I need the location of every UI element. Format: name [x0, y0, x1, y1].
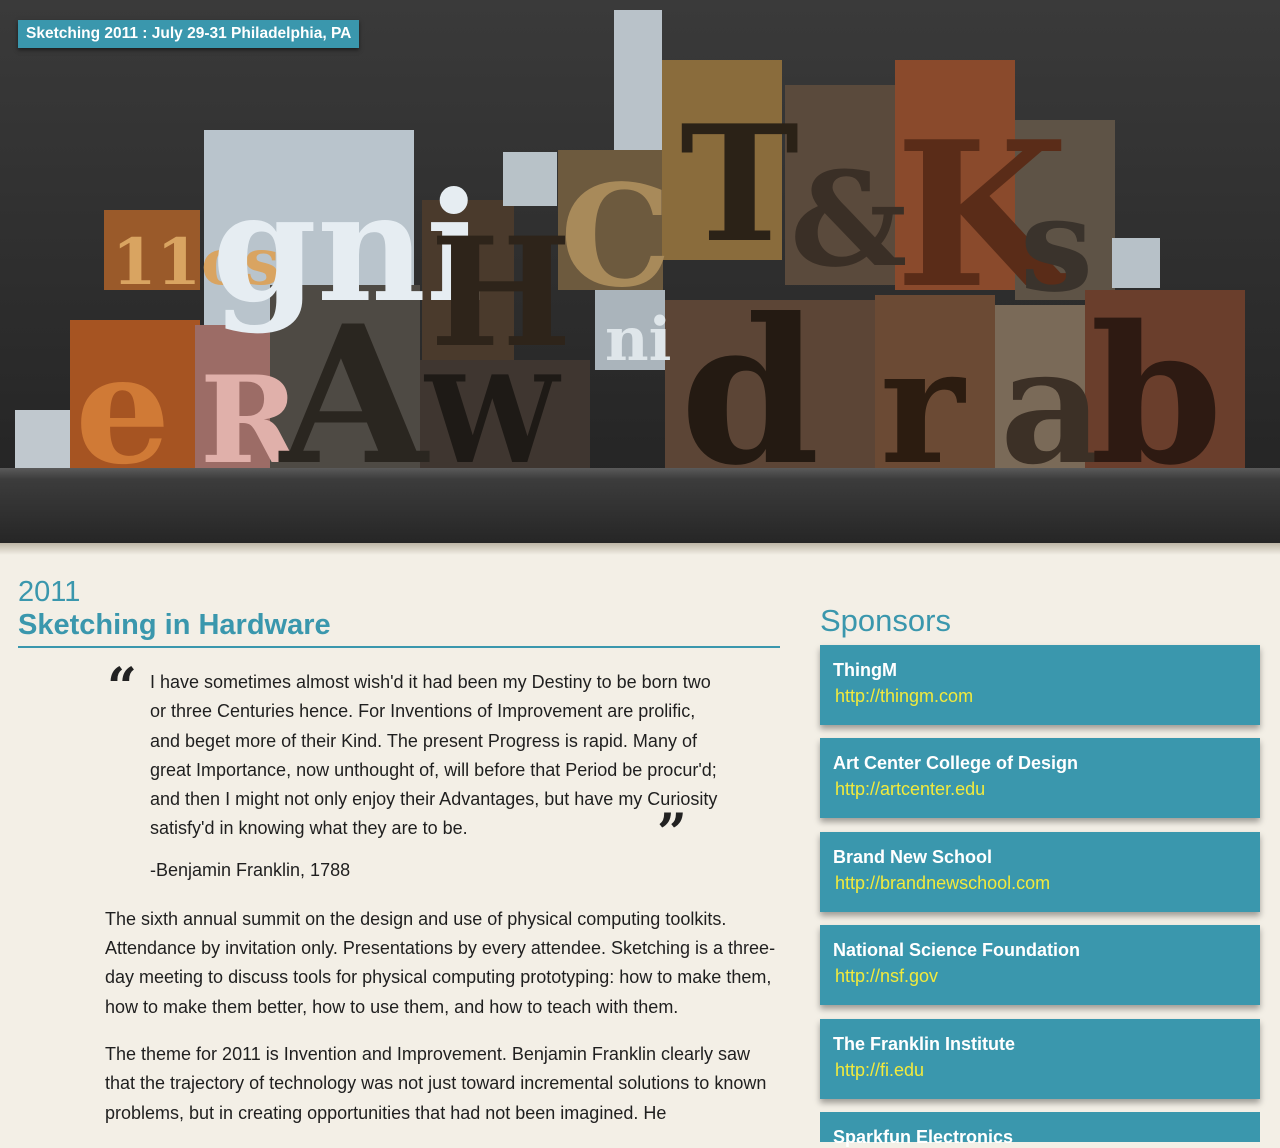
- event-badge[interactable]: Sketching 2011 : July 29-31 Philadelphia…: [18, 20, 360, 48]
- svg-text:ni: ni: [605, 305, 671, 375]
- sponsor-link[interactable]: http://thingm.com: [835, 686, 973, 707]
- franklin-quote: “ I have sometimes almost wish'd it had …: [107, 662, 730, 860]
- sponsor-name: Sparkfun Electronics: [833, 1127, 1014, 1147]
- page-title: Sketching in Hardware: [18, 609, 331, 641]
- theme-paragraph: The theme for 2011 is Invention and Impr…: [105, 1043, 767, 1123]
- svg-text:C: C: [560, 155, 671, 319]
- svg-text:&: &: [790, 143, 907, 296]
- quote-text: I have sometimes almost wish'd it had be…: [150, 672, 718, 839]
- title-divider: [18, 646, 780, 648]
- sponsor-link[interactable]: http://brandnewschool.com: [835, 873, 1050, 894]
- wood-type-letterpress-image: 11os gni H C T & K s e R A W ni d r a b: [0, 0, 1280, 543]
- hero-banner: 11os gni H C T & K s e R A W ni d r a b …: [0, 0, 1280, 543]
- sponsor-link[interactable]: http://fi.edu: [835, 1060, 924, 1081]
- sponsor-card-artcenter[interactable]: Art Center College of Design http://artc…: [820, 738, 1260, 818]
- sponsor-card-brand-new-school[interactable]: Brand New School http://brandnewschool.c…: [820, 832, 1260, 912]
- sponsors-heading: Sponsors: [820, 603, 951, 638]
- intro-paragraph: The sixth annual summit on the design an…: [105, 908, 776, 1017]
- sponsor-card-nsf[interactable]: National Science Foundation http://nsf.g…: [820, 925, 1260, 1005]
- sponsor-name: Art Center College of Design: [833, 753, 1079, 773]
- open-quote-icon: “: [107, 657, 137, 718]
- svg-text:s: s: [1020, 168, 1093, 321]
- sponsor-name: ThingM: [833, 660, 897, 680]
- sponsor-name: National Science Foundation: [833, 940, 1081, 960]
- sponsor-link[interactable]: http://nsf.gov: [835, 966, 938, 987]
- close-quote-icon: ”: [657, 803, 687, 864]
- sponsor-link[interactable]: http://artcenter.edu: [835, 779, 985, 800]
- page-year: 2011: [18, 576, 81, 608]
- hero-shadow: [0, 543, 1280, 555]
- sponsor-card-sparkfun[interactable]: Sparkfun Electronics: [820, 1112, 1260, 1147]
- sponsor-card-thingm[interactable]: ThingM http://thingm.com: [820, 645, 1260, 725]
- sponsor-name: The Franklin Institute: [833, 1034, 1016, 1054]
- main-content: 2011 Sketching in Hardware “ I have some…: [18, 576, 780, 1146]
- svg-text:T: T: [680, 90, 799, 278]
- sponsor-name: Brand New School: [833, 847, 993, 867]
- sponsor-card-franklin-institute[interactable]: The Franklin Institute http://fi.edu: [820, 1019, 1260, 1099]
